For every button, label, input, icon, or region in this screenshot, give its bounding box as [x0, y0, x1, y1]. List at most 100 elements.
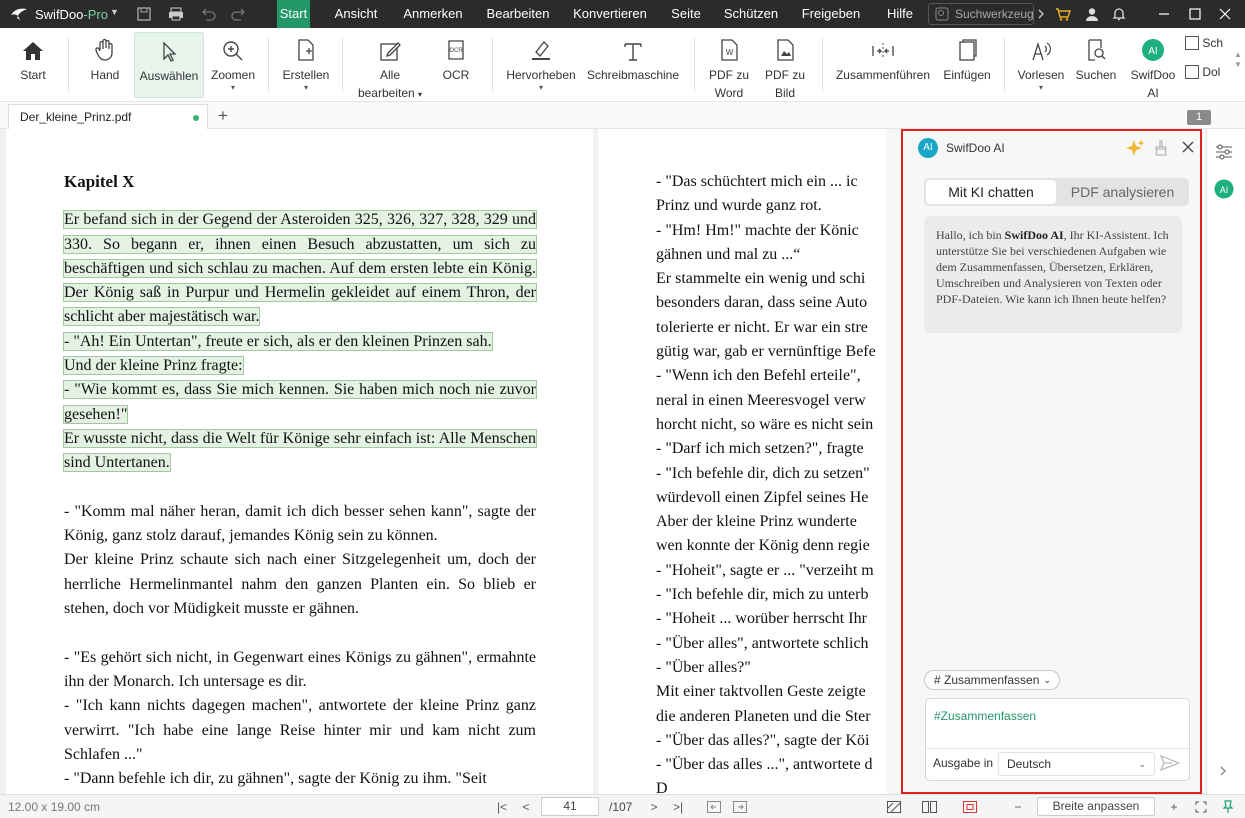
text-line: würdevoll einen Zipfel seines He: [656, 488, 869, 506]
menu-schuetzen[interactable]: Schützen: [720, 0, 782, 28]
close-panel-icon[interactable]: [1182, 141, 1194, 156]
back-view-icon[interactable]: [706, 799, 722, 815]
send-icon[interactable]: [1159, 754, 1181, 775]
select-button[interactable]: Auswählen: [134, 32, 204, 98]
zoom-out-icon[interactable]: −: [1010, 799, 1026, 815]
menu-ansicht[interactable]: Ansicht: [328, 0, 384, 28]
close-icon[interactable]: [1216, 5, 1234, 23]
settings-sliders-icon[interactable]: [1215, 143, 1233, 164]
highlighted-paragraph[interactable]: - "Ah! Ein Untertan", freute er sich, al…: [63, 330, 536, 354]
svg-text:OCR: OCR: [449, 48, 463, 54]
create-button[interactable]: Erstellen ▾: [280, 32, 332, 98]
page-text-left: Kapitel X Er befand sich in der Gegend d…: [63, 170, 537, 791]
ribbon-scroll[interactable]: ▲ ▼: [1232, 50, 1244, 80]
last-page-icon[interactable]: >|: [670, 799, 686, 815]
pin-icon[interactable]: [1220, 799, 1236, 815]
document-tab[interactable]: Der_kleine_Prinz.pdf: [8, 104, 208, 129]
fit-page-icon[interactable]: [962, 799, 978, 815]
paragraph: - "Ich kann nichts dagegen machen", antw…: [64, 697, 536, 763]
swifdoo-ai-button[interactable]: AI SwifDoo AI: [1126, 32, 1180, 100]
menu-konvertieren[interactable]: Konvertieren: [568, 0, 652, 28]
menu-start[interactable]: Start: [277, 0, 310, 28]
highlighted-paragraph[interactable]: Er wusste nicht, dass die Welt für König…: [63, 427, 537, 476]
pdf-page-left: Kapitel X Er befand sich in der Gegend d…: [6, 129, 593, 794]
print-icon[interactable]: [167, 5, 185, 23]
ai-mode-tabs: Mit KI chatten PDF analysieren: [924, 178, 1189, 206]
text-line: - "Über alles", antwortete schlich: [656, 634, 869, 652]
forward-view-icon[interactable]: [732, 799, 748, 815]
zoom-dropdown-icon[interactable]: ▾: [207, 84, 259, 92]
create-dropdown-icon[interactable]: ▾: [280, 84, 332, 92]
read-aloud-button[interactable]: Vorlesen ▾: [1016, 32, 1066, 98]
read-dropdown-icon[interactable]: ▾: [1016, 84, 1066, 92]
pdf-page-right: - "Das schüchtert mich ein ... ic Prinz u…: [598, 129, 886, 794]
document-tab-label: Der_kleine_Prinz.pdf: [20, 110, 132, 124]
highlighted-paragraph[interactable]: Er befand sich in der Gegend der Asteroi…: [63, 208, 537, 329]
prompt-template-chip[interactable]: # Zusammenfassen ⌄: [924, 670, 1060, 690]
ai-sidebar-icon[interactable]: AI: [1214, 179, 1234, 202]
tab-analyze-pdf[interactable]: PDF analysieren: [1058, 180, 1187, 204]
ocr-button[interactable]: OCR OCR: [436, 32, 476, 98]
document-viewer[interactable]: Kapitel X Er befand sich in der Gegend d…: [0, 129, 886, 794]
minimize-icon[interactable]: [1155, 5, 1173, 23]
pdf-to-image-button[interactable]: PDF zu Bild: [762, 32, 808, 100]
next-page-icon[interactable]: >: [646, 799, 662, 815]
ai-logo-icon: AI: [918, 138, 938, 158]
app-menu-chevron-icon[interactable]: ▼: [110, 7, 119, 17]
zoom-in-icon[interactable]: +: [1166, 799, 1182, 815]
menu-anmerken[interactable]: Anmerken: [398, 0, 468, 28]
save-icon[interactable]: [135, 5, 153, 23]
page-number-input[interactable]: 41: [541, 797, 599, 816]
highlight-button[interactable]: Hervorheben ▾: [504, 32, 578, 98]
ai-input-field[interactable]: #Zusammenfassen: [934, 709, 1036, 723]
maximize-icon[interactable]: [1186, 5, 1204, 23]
search-button[interactable]: Suchen: [1073, 32, 1119, 98]
bell-icon[interactable]: [1110, 5, 1128, 23]
highlighted-paragraph[interactable]: - "Wie kommt es, dass Sie mich kennen. S…: [63, 378, 537, 427]
tool-search-input[interactable]: Suchwerkzeug: [928, 3, 1034, 25]
menu-hilfe[interactable]: Hilfe: [880, 0, 920, 28]
prev-page-icon[interactable]: <: [518, 799, 534, 815]
page-text-right: - "Das schüchtert mich ein ... ic Prinz u…: [656, 170, 886, 794]
merge-icon: [834, 36, 932, 62]
page-layout-icon[interactable]: [922, 799, 938, 815]
image-file-icon: [762, 36, 808, 62]
fullscreen-icon[interactable]: [1193, 799, 1209, 815]
edit-all-button[interactable]: Alle bearbeiten ▾: [356, 32, 424, 100]
hand-button[interactable]: Hand: [82, 32, 128, 98]
chapter-heading: Kapitel X: [64, 172, 135, 191]
ai-input-box[interactable]: #Zusammenfassen Ausgabe in Deutsch ⌄: [925, 698, 1190, 781]
clear-broom-icon[interactable]: [1154, 140, 1168, 159]
output-language-select[interactable]: Deutsch ⌄: [998, 752, 1155, 776]
highlighted-paragraph[interactable]: Und der kleine Prinz fragte:: [63, 354, 536, 378]
sparkle-icon[interactable]: [1126, 139, 1144, 160]
title-bar: SwifDoo-Pro ▼ Start Ansicht Anmerken Bea…: [0, 0, 1245, 28]
fit-width-button[interactable]: Breite anpassen: [1037, 797, 1155, 816]
merge-button[interactable]: Zusammenführen: [834, 32, 932, 98]
tab-chat[interactable]: Mit KI chatten: [926, 180, 1056, 204]
chevron-down-icon: ⌄: [1043, 675, 1051, 685]
menu-bearbeiten[interactable]: Bearbeiten: [482, 0, 554, 28]
user-icon[interactable]: [1083, 5, 1101, 23]
view-mode-icon[interactable]: [886, 799, 902, 815]
zoom-button[interactable]: Zoomen ▾: [207, 32, 259, 98]
ribbon-extra-1[interactable]: Sch: [1185, 36, 1223, 50]
text-line: - "Über das alles?", sagte der Köi: [656, 731, 870, 749]
first-page-icon[interactable]: |<: [494, 799, 510, 815]
highlight-dropdown-icon[interactable]: ▾: [504, 84, 578, 92]
expand-chevron-icon[interactable]: [1219, 765, 1227, 780]
redo-icon[interactable]: [230, 5, 248, 23]
insert-button[interactable]: Einfügen: [940, 32, 994, 98]
ribbon-extra-2[interactable]: Dol: [1185, 65, 1220, 79]
menu-freigeben[interactable]: Freigeben: [796, 0, 866, 28]
undo-icon[interactable]: [199, 5, 217, 23]
cart-icon[interactable]: [1054, 5, 1072, 23]
pdf-to-word-button[interactable]: W PDF zu Word: [705, 32, 753, 100]
text-icon: [585, 36, 681, 62]
menu-seite[interactable]: Seite: [666, 0, 706, 28]
start-button[interactable]: Start: [10, 32, 56, 98]
chevron-right-icon[interactable]: [1032, 5, 1050, 23]
add-tab-icon[interactable]: +: [218, 106, 228, 126]
typewriter-button[interactable]: Schreibmaschine: [585, 32, 681, 98]
text-line: Prinz und wurde ganz rot.: [656, 197, 822, 215]
